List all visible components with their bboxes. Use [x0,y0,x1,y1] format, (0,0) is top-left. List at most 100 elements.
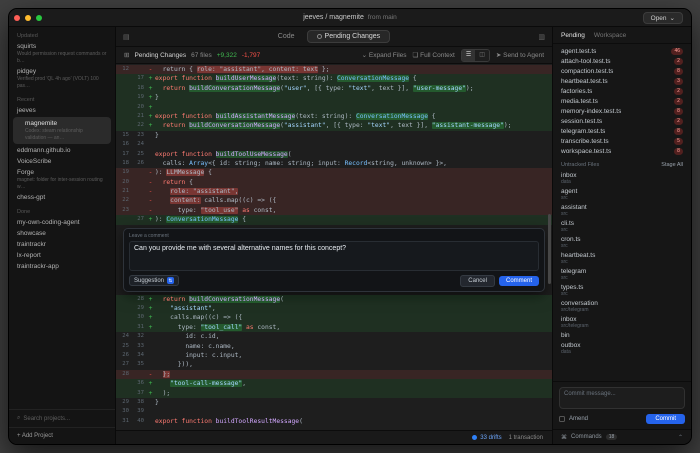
untracked-file-row[interactable]: inbox src/telegram [553,314,691,330]
minimize-icon[interactable] [25,14,31,21]
sidebar-item-chess-gpt[interactable]: chess-gpt [9,192,115,203]
unified-view-toggle[interactable]: ☰ [461,49,476,61]
pending-file-row[interactable]: media.test.ts 2 [553,96,691,106]
diff-line[interactable]: 21 + export function buildAssistantMessage… [116,111,552,122]
titlebar: jeeves / magnemite from main Open ⌄ [9,9,691,27]
diff-line[interactable]: 12- return { role: "assistant", content:… [116,65,552,75]
diff-line[interactable]: 31 40 export function buildToolResultMessa… [116,417,552,426]
untracked-file-row[interactable]: bin [553,330,691,340]
diff-line[interactable]: 24 32 id: c.id, [116,332,552,341]
drifts-indicator[interactable]: 33 drifts [472,435,502,441]
diff-line[interactable]: 16 24 [116,140,552,149]
diff-line[interactable]: 28- }; [116,369,552,380]
cancel-button[interactable]: Cancel [460,274,495,287]
pending-file-row[interactable]: memory-index.test.ts 8 [553,106,691,116]
diff-line[interactable]: 18 26 calls: Array<{ id: string; name: st… [116,159,552,168]
diff-line[interactable]: 30 + calls.map((c) => ({ [116,313,552,323]
expand-files-button[interactable]: ⌄ Expand Files [362,51,407,59]
sidebar-footer: ⌕ Search projects... + Add Project [9,409,115,444]
diff-line[interactable]: 27 35 })), [116,360,552,369]
sidebar-item-pidgey[interactable]: pidgey Verified prod 'QL 4h ago' (VOLT) 1… [9,66,115,91]
diff-line[interactable]: 19-): LLMMessage { [116,168,552,178]
diff-line[interactable]: 26 34 input: c.input, [116,351,552,360]
diff-line[interactable]: 25 33 name: c.name, [116,342,552,351]
comment-input[interactable]: Can you provide me with several alternat… [129,240,539,271]
open-button[interactable]: Open ⌄ [642,12,683,24]
sidebar-item-traintrackr-app[interactable]: traintrackr-app [9,261,115,272]
search-projects[interactable]: ⌕ Search projects... [9,409,115,427]
untracked-file-row[interactable]: agent src [553,186,691,202]
pending-file-row[interactable]: heartbeat.test.ts 3 [553,76,691,86]
commit-message-input[interactable]: Commit message... [559,387,685,409]
pending-file-row[interactable]: workspace.test.ts 8 [553,146,691,156]
sidebar-item-my-own-coding-agent[interactable]: my-own-coding-agent [9,217,115,228]
diff-line[interactable]: 22- content: calls.map((c) => ({ [116,196,552,206]
sidebar-item-VoiceScribe[interactable]: VoiceScribe [9,156,115,167]
sidebar-item-Forge[interactable]: Forge magnet: folder for inter-session ro… [9,167,115,192]
sidebar-item-traintrackr[interactable]: traintrackr [9,239,115,250]
sidebar-item-lx-report[interactable]: lx-report [9,250,115,261]
diff-line[interactable]: 29 + "assistant", [116,304,552,314]
untracked-file-row[interactable]: heartbeat.ts src [553,250,691,266]
change-count-badge: 3 [674,77,683,85]
untracked-file-row[interactable]: conversation src/telegram [553,298,691,314]
stage-all-button[interactable]: Stage All [661,162,683,168]
full-context-button[interactable]: ❏ Full Context [413,51,455,59]
pending-file-row[interactable]: session.test.ts 2 [553,116,691,126]
comment-submit-button[interactable]: Comment [498,275,539,286]
untracked-file-row[interactable]: cron.ts src [553,234,691,250]
close-icon[interactable] [14,14,20,21]
diff-line[interactable]: 31 + type: "tool_call" as const, [116,322,552,333]
diff-line[interactable]: 27 +): ConversationMessage { [116,215,552,225]
untracked-file-row[interactable]: cli.ts src [553,218,691,234]
untracked-file-row[interactable]: outbox data [553,340,691,356]
commit-button[interactable]: Commit [646,414,685,424]
scrollbar-thumb[interactable] [548,214,551,284]
diff-line[interactable]: 23- type: "tool_use" as const, [116,205,552,216]
diff-line[interactable]: 30 39 [116,407,552,416]
untracked-file-row[interactable]: inbox data [553,170,691,186]
sidebar-item-showcase[interactable]: showcase [9,228,115,239]
untracked-file-row[interactable]: types.ts src [553,282,691,298]
transactions-indicator[interactable]: 1 transaction [509,435,543,441]
diff-line[interactable]: 15 23} [116,131,552,140]
tab-workspace[interactable]: Workspace [594,32,626,39]
pending-file-row[interactable]: transcribe.test.ts 5 [553,136,691,146]
untracked-file-row[interactable]: telegram src [553,266,691,282]
diff-line[interactable]: 21- role: "assistant", [116,187,552,197]
pending-file-row[interactable]: compaction.test.ts 8 [553,66,691,76]
diff-line[interactable]: 20- return { [116,177,552,188]
diff-line[interactable]: 19 +} [116,93,552,103]
pending-file-row[interactable]: attach-tool.test.ts 2 [553,56,691,66]
pending-file-row[interactable]: factories.ts 2 [553,86,691,96]
tab-pending[interactable]: Pending [561,32,585,39]
diff-line[interactable]: 17 25 export function buildToolUseMessage( [116,150,552,159]
diff-line[interactable]: 36 + "tool-call-message", [116,379,552,389]
diff-line[interactable]: 29 38} [116,398,552,407]
diff-line[interactable]: 22 + return buildConversationMessage("ass… [116,121,552,131]
sidebar-item-magnemite[interactable]: magnemite Codex: steam relationship valid… [13,117,111,144]
tab-code[interactable]: Code [278,33,295,40]
diff-line[interactable]: 17 + export function buildUserMessage(text… [116,74,552,84]
commands-row[interactable]: ⌘ Commands 18 ⌃ [553,429,691,444]
sidebar-item-jeeves[interactable]: jeeves [9,105,115,116]
change-count-badge: 5 [674,137,683,145]
split-view-toggle[interactable]: ◫ [475,49,489,61]
diff-line[interactable]: 37 + ); [116,388,552,398]
sidebar-item-eddmann.github.io[interactable]: eddmann.github.io [9,145,115,156]
pending-file-row[interactable]: telegram.test.ts 8 [553,126,691,136]
diff-line[interactable]: 28 + return buildConversationMessage( [116,294,552,305]
panel-left-icon[interactable]: ▤ [123,33,130,41]
pending-file-row[interactable]: agent.test.ts 46 [553,46,691,56]
suggestion-select[interactable]: Suggestion ⇅ [129,275,179,287]
panel-right-icon[interactable]: ▥ [538,33,545,41]
amend-checkbox[interactable] [559,416,565,422]
zoom-icon[interactable] [36,14,42,21]
add-project-button[interactable]: + Add Project [9,427,115,444]
tab-pending-changes[interactable]: Pending Changes [306,30,391,43]
diff-line[interactable]: 18 + return buildConversationMessage("use… [116,83,552,94]
sidebar-item-squirts[interactable]: squirts Would permission request commands… [9,41,115,66]
diff-line[interactable]: 20 + [116,102,552,112]
untracked-file-row[interactable]: assistant src [553,202,691,218]
send-to-agent-button[interactable]: ➤ Send to Agent [496,51,544,59]
